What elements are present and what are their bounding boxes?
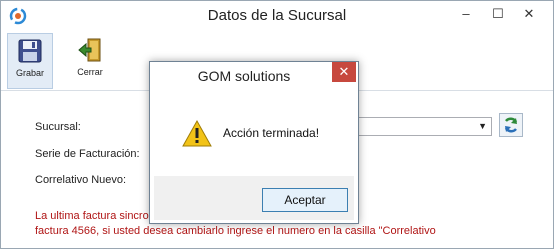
close-label: Cerrar	[77, 67, 103, 77]
dialog-body: Acción terminada!	[154, 92, 354, 176]
dialog-message: Acción terminada!	[223, 126, 320, 140]
close-form-button[interactable]: Cerrar	[67, 33, 113, 89]
exit-door-icon	[78, 38, 101, 62]
close-window-button[interactable]: ✕	[516, 4, 542, 24]
message-dialog: GOM solutions ✕ Acción terminada! Acepta…	[149, 61, 359, 224]
refresh-icon	[504, 117, 518, 133]
dialog-title-bar: GOM solutions ✕	[150, 62, 358, 90]
warning-icon	[182, 120, 212, 147]
refresh-button[interactable]	[499, 113, 523, 137]
chevron-down-icon: ▼	[478, 121, 487, 131]
sucursal-select[interactable]: ▼	[358, 117, 492, 136]
dialog-footer: Aceptar	[154, 176, 354, 220]
sucursal-label: Sucursal:	[35, 121, 81, 133]
maximize-button[interactable]: ☐	[485, 4, 511, 24]
dialog-title: GOM solutions	[197, 68, 291, 84]
sync-warning-line-2: factura 4566, si usted desea cambiarlo i…	[35, 225, 436, 237]
title-bar: Datos de la Sucursal – ☐ ✕	[1, 1, 553, 31]
floppy-disk-icon	[18, 39, 42, 63]
ok-button[interactable]: Aceptar	[262, 188, 348, 212]
save-label: Grabar	[15, 68, 44, 78]
dialog-close-button[interactable]: ✕	[332, 62, 356, 82]
correlativo-label: Correlativo Nuevo:	[35, 174, 127, 186]
minimize-button[interactable]: –	[453, 4, 479, 24]
serie-label: Serie de Facturación:	[35, 148, 140, 160]
save-button[interactable]: Grabar	[7, 33, 53, 89]
